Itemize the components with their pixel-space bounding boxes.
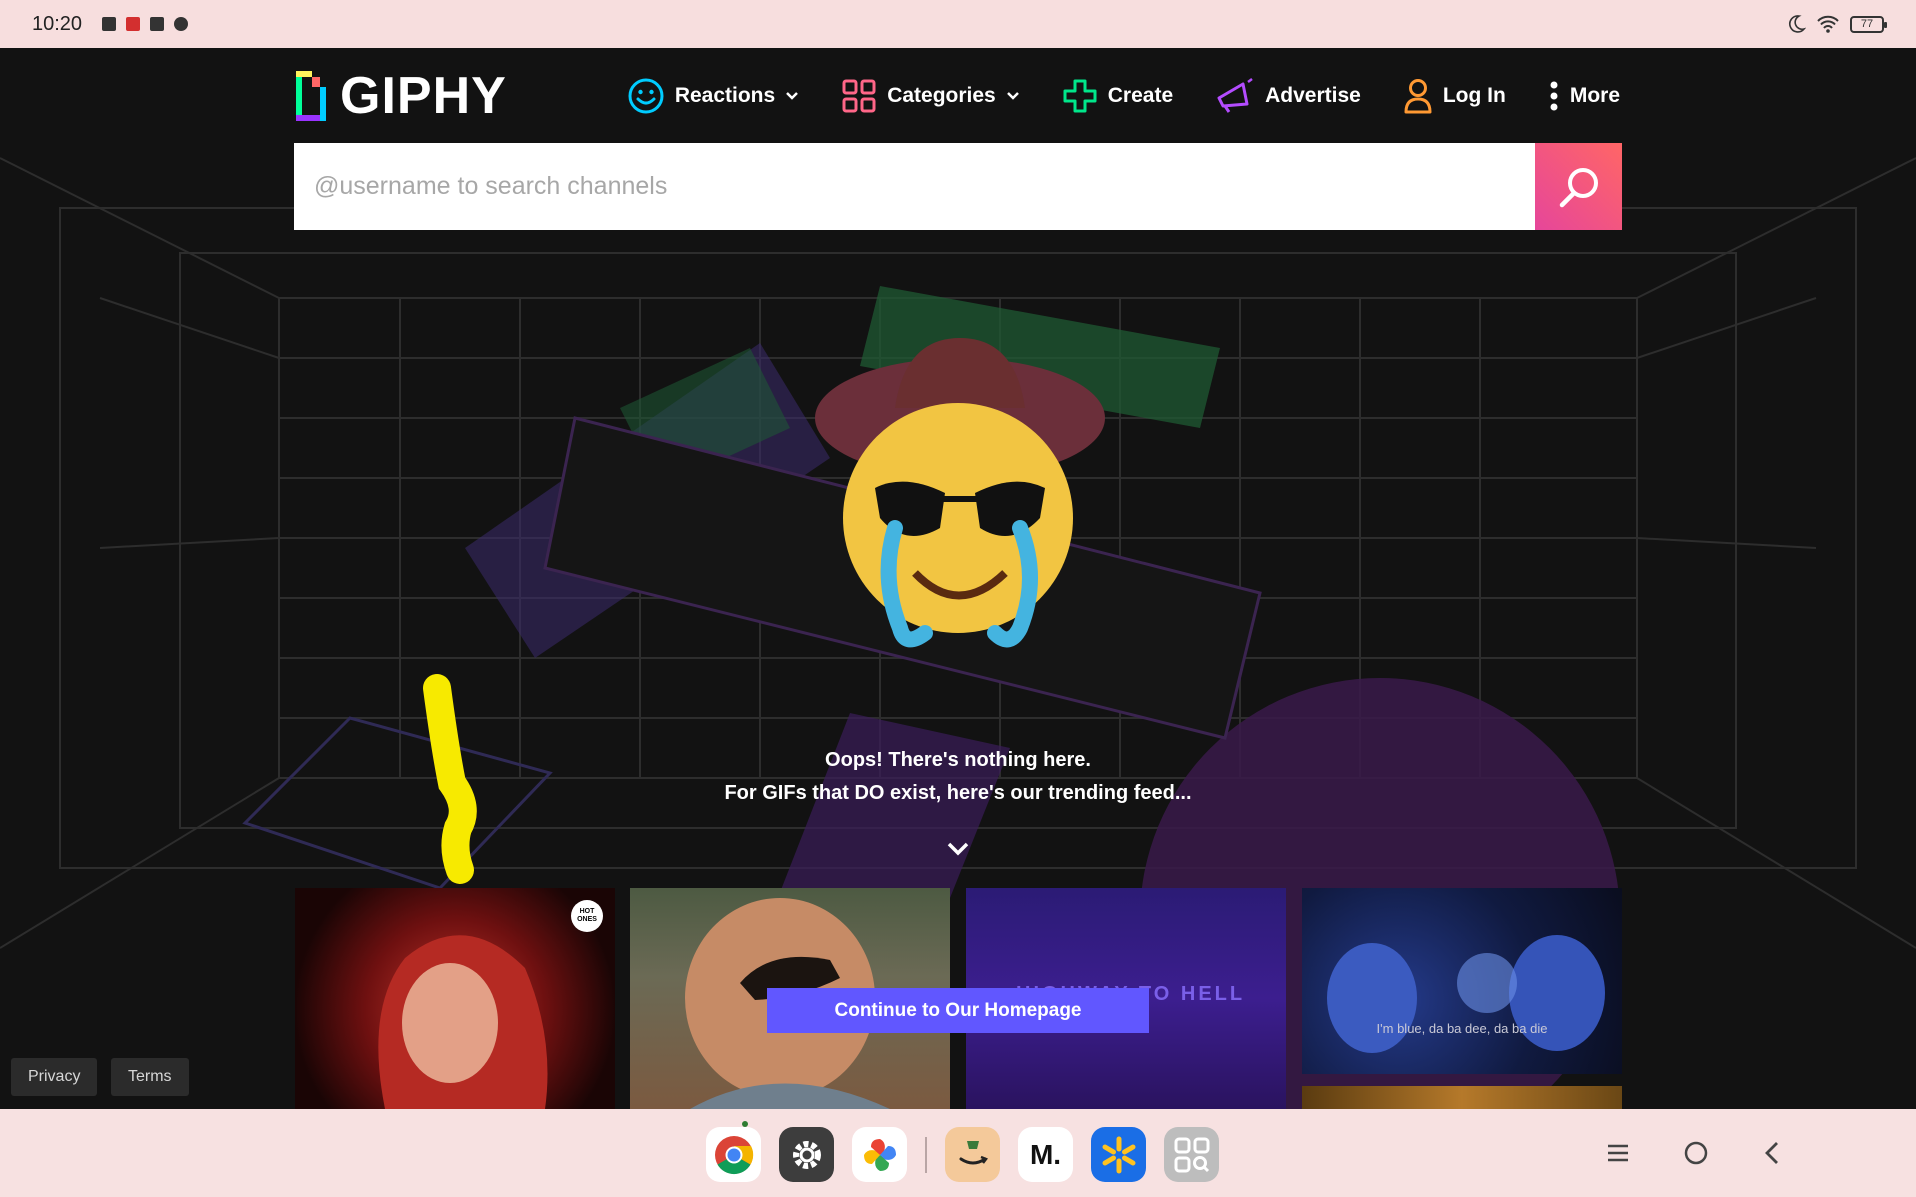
- notification-icons: [102, 17, 189, 31]
- moon-icon: [1789, 15, 1806, 33]
- search-input[interactable]: [294, 143, 1535, 230]
- nav-create-label: Create: [1107, 84, 1174, 107]
- status-bar: 10:20 77: [0, 0, 1916, 48]
- search-button[interactable]: [1535, 143, 1622, 230]
- terms-link[interactable]: Terms: [111, 1058, 189, 1096]
- gif-4-figure: [1327, 935, 1605, 1053]
- gear-icon: [792, 1140, 821, 1169]
- home-button[interactable]: [1680, 1137, 1712, 1169]
- plus-icon: [1063, 79, 1097, 113]
- back-chevron-icon: [1765, 1142, 1778, 1164]
- empty-state-line1: Oops! There's nothing here.: [825, 749, 1091, 771]
- android-taskbar: M.: [0, 1109, 1916, 1197]
- mail-icon: [150, 17, 165, 31]
- trending-gif-4[interactable]: I'm blue, da ba dee, da ba die: [1302, 888, 1622, 1074]
- home-circle-icon: [1684, 1141, 1708, 1165]
- walmart-app-icon[interactable]: [1091, 1127, 1146, 1182]
- app-drawer-icon[interactable]: [1164, 1127, 1219, 1182]
- menu-icon: [1608, 1144, 1628, 1162]
- trending-gif-5[interactable]: [1302, 1086, 1622, 1109]
- app-dock: M.: [706, 1121, 1219, 1182]
- walmart-spark-icon: [1102, 1136, 1135, 1173]
- grid-icon: [842, 79, 876, 113]
- chevron-down-icon: [786, 92, 799, 100]
- wifi-icon: [1817, 15, 1839, 33]
- amazon-app-icon[interactable]: [945, 1127, 1000, 1182]
- giphy-logo[interactable]: GIPHY: [294, 66, 507, 126]
- nav-more-label: More: [1569, 84, 1621, 107]
- dots-vertical-icon: [1550, 81, 1558, 111]
- empty-state-line2: For GIFs that DO exist, here's our trend…: [724, 782, 1192, 804]
- chrome-icon: [714, 1135, 753, 1174]
- calendar-icon: [102, 17, 117, 31]
- back-button[interactable]: [1756, 1137, 1788, 1169]
- settings-app-icon[interactable]: [779, 1127, 834, 1182]
- chrome-app-icon[interactable]: [706, 1121, 761, 1182]
- browser-page: GIPHY Reactions Categories Create Advert…: [0, 48, 1916, 1109]
- medium-app-icon[interactable]: M.: [1018, 1127, 1073, 1182]
- nav-login-label: Log In: [1442, 84, 1506, 107]
- continue-homepage-button[interactable]: Continue to Our Homepage: [767, 988, 1149, 1033]
- status-time: 10:20: [32, 12, 83, 35]
- amazon-smile-icon: [959, 1140, 988, 1164]
- user-icon: [1404, 79, 1432, 114]
- chevron-down-icon[interactable]: [945, 840, 971, 858]
- photos-app-icon[interactable]: [852, 1127, 907, 1182]
- nav-more[interactable]: More: [1548, 80, 1620, 112]
- site-header: GIPHY Reactions Categories Create Advert…: [294, 66, 1622, 126]
- chrome-notification-icon: [174, 17, 189, 31]
- battery-icon: 77: [1850, 15, 1887, 33]
- nav-categories[interactable]: Categories: [841, 78, 1020, 114]
- privacy-link[interactable]: Privacy: [11, 1058, 98, 1096]
- dock-separator: [925, 1136, 927, 1173]
- empty-state-message: Oops! There's nothing here. For GIFs tha…: [0, 744, 1916, 810]
- nav-advertise-label: Advertise: [1265, 84, 1361, 107]
- smiley-icon: [628, 78, 664, 114]
- search-bar: [294, 143, 1622, 230]
- channel-badge-icon: HOT ONES: [571, 900, 603, 932]
- gif-4-caption: I'm blue, da ba dee, da ba die: [1376, 1021, 1548, 1036]
- gif-1-figure: [378, 935, 548, 1109]
- nav-advertise[interactable]: Advertise: [1215, 78, 1361, 114]
- app-notification-icon: [126, 17, 141, 31]
- megaphone-icon: [1217, 78, 1253, 113]
- nav-categories-label: Categories: [887, 84, 996, 107]
- trending-gif-1[interactable]: HOT ONES: [295, 888, 615, 1109]
- grid-search-icon: [1174, 1137, 1209, 1172]
- running-indicator: [742, 1121, 748, 1127]
- pinwheel-icon: [863, 1138, 896, 1171]
- chevron-down-icon: [1006, 92, 1019, 100]
- nav-create[interactable]: Create: [1062, 78, 1173, 114]
- search-icon: [1559, 167, 1598, 207]
- main-nav: Reactions Categories Create Advertise Lo…: [627, 77, 1620, 115]
- nav-reactions-label: Reactions: [674, 84, 776, 107]
- recents-button[interactable]: [1602, 1137, 1634, 1169]
- giphy-logo-icon: [296, 71, 326, 121]
- nav-reactions[interactable]: Reactions: [627, 77, 799, 115]
- logo-text: GIPHY: [340, 67, 507, 125]
- nav-login[interactable]: Log In: [1403, 78, 1506, 114]
